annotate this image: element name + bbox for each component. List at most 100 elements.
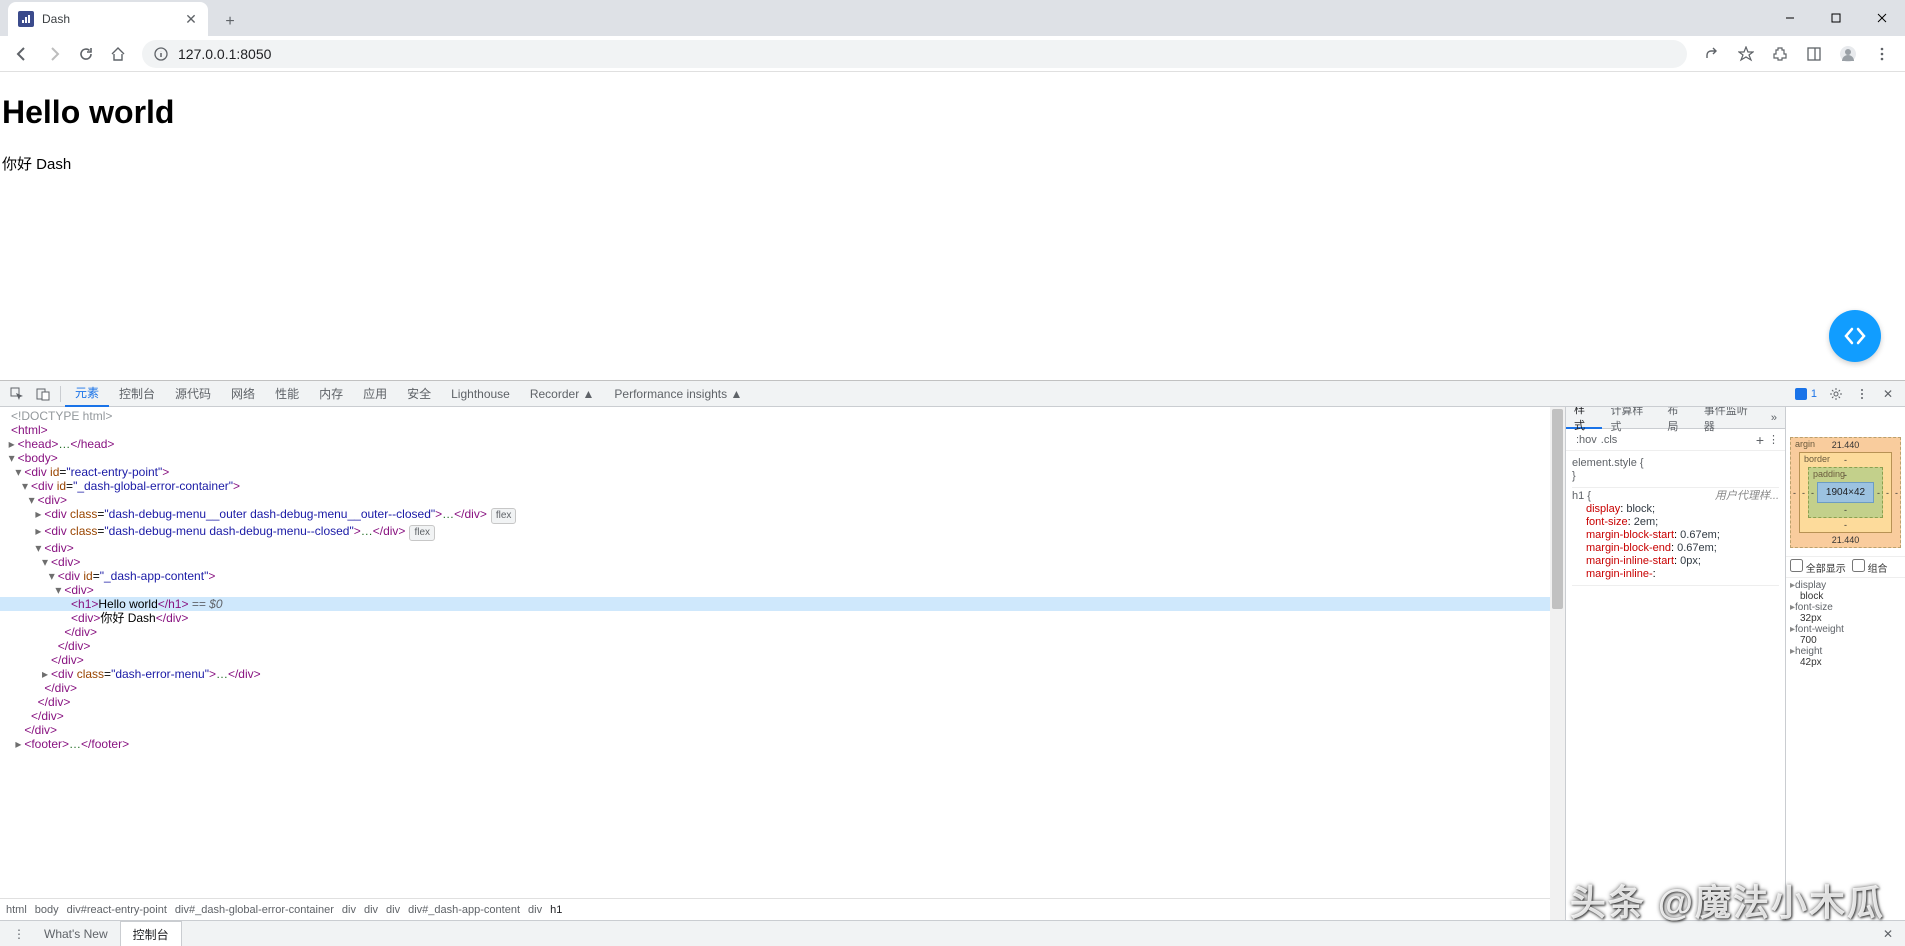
breadcrumb-item[interactable]: h1 bbox=[550, 904, 562, 916]
styles-subtab[interactable]: 事件监听器 bbox=[1696, 407, 1763, 429]
drawer-menu-icon[interactable]: ⋮ bbox=[6, 921, 32, 946]
site-info-icon[interactable] bbox=[154, 47, 168, 61]
drawer-tab-whatsnew[interactable]: What's New bbox=[32, 921, 120, 946]
devtools-tab[interactable]: 源代码 bbox=[165, 381, 221, 407]
css-declaration[interactable]: font-size: 2em; bbox=[1572, 516, 1779, 529]
reload-button[interactable] bbox=[72, 40, 100, 68]
breadcrumb-item[interactable]: div bbox=[386, 904, 400, 916]
devtools-tab[interactable]: 网络 bbox=[221, 381, 265, 407]
breadcrumb-item[interactable]: div#react-entry-point bbox=[67, 904, 167, 916]
styles-subtab[interactable]: 计算样式 bbox=[1602, 407, 1659, 429]
dom-node[interactable]: </div> bbox=[0, 653, 1550, 667]
new-rule-button[interactable]: + bbox=[1756, 432, 1764, 448]
devtools-tab[interactable]: 控制台 bbox=[109, 381, 165, 407]
dom-node[interactable]: ▸<footer>…</footer> bbox=[0, 737, 1550, 751]
devtools-tab[interactable]: 元素 bbox=[65, 381, 109, 407]
dom-node[interactable]: ▾<div> bbox=[0, 493, 1550, 507]
drawer-tab-console[interactable]: 控制台 bbox=[120, 921, 182, 946]
dom-node[interactable]: ▾<div> bbox=[0, 555, 1550, 569]
window-maximize-button[interactable] bbox=[1813, 0, 1859, 36]
dom-node[interactable]: ▾<div> bbox=[0, 541, 1550, 555]
dom-node[interactable]: <div>你好 Dash</div> bbox=[0, 611, 1550, 625]
sidepanel-icon[interactable] bbox=[1799, 40, 1829, 68]
computed-properties[interactable]: ▸ displayblock▸ font-size32px▸ font-weig… bbox=[1786, 578, 1905, 670]
dom-node[interactable]: </div> bbox=[0, 709, 1550, 723]
css-declaration[interactable]: margin-inline-: bbox=[1572, 568, 1779, 581]
breadcrumb-item[interactable]: div bbox=[342, 904, 356, 916]
breadcrumb-item[interactable]: div bbox=[364, 904, 378, 916]
dom-node[interactable]: ▾<div id="_dash-global-error-container"> bbox=[0, 479, 1550, 493]
new-tab-button[interactable]: + bbox=[216, 8, 244, 36]
browser-tab[interactable]: Dash ✕ bbox=[8, 2, 208, 36]
dom-node[interactable]: ▸<div class="dash-debug-menu__outer dash… bbox=[0, 507, 1550, 524]
inspect-button[interactable] bbox=[4, 381, 30, 407]
dom-node[interactable]: ▾<body> bbox=[0, 451, 1550, 465]
styles-filter-bar[interactable]: :hov .cls + ⋮ bbox=[1566, 429, 1785, 451]
devtools-tab[interactable]: 内存 bbox=[309, 381, 353, 407]
dom-node[interactable]: </div> bbox=[0, 625, 1550, 639]
device-toggle-button[interactable] bbox=[30, 381, 56, 407]
css-declaration[interactable]: margin-block-start: 0.67em; bbox=[1572, 529, 1779, 542]
share-icon[interactable] bbox=[1697, 40, 1727, 68]
hov-toggle[interactable]: :hov bbox=[1576, 434, 1597, 446]
computed-row[interactable]: ▸ height bbox=[1790, 646, 1901, 657]
computed-row[interactable]: ▸ display bbox=[1790, 580, 1901, 591]
dom-node[interactable]: <!DOCTYPE html> bbox=[0, 409, 1550, 423]
dom-node[interactable]: ▸<div class="dash-debug-menu dash-debug-… bbox=[0, 524, 1550, 541]
menu-icon[interactable] bbox=[1867, 40, 1897, 68]
dom-node[interactable]: <h1>Hello world</h1> == $0 bbox=[0, 597, 1550, 611]
dom-node[interactable]: ▾<div> bbox=[0, 583, 1550, 597]
drawer-close-icon[interactable]: ✕ bbox=[1877, 927, 1899, 941]
styles-subtab[interactable]: 布局 bbox=[1659, 407, 1695, 429]
profile-icon[interactable] bbox=[1833, 40, 1863, 68]
styles-tabs-overflow[interactable]: » bbox=[1763, 407, 1785, 429]
window-close-button[interactable] bbox=[1859, 0, 1905, 36]
devtools-close-icon[interactable]: ✕ bbox=[1875, 381, 1901, 407]
dom-node[interactable]: ▾<div id="_dash-app-content"> bbox=[0, 569, 1550, 583]
devtools-settings-icon[interactable] bbox=[1823, 381, 1849, 407]
dom-node[interactable]: </div> bbox=[0, 681, 1550, 695]
cls-toggle[interactable]: .cls bbox=[1601, 434, 1618, 446]
back-button[interactable] bbox=[8, 40, 36, 68]
extensions-icon[interactable] bbox=[1765, 40, 1795, 68]
home-button[interactable] bbox=[104, 40, 132, 68]
breadcrumb-item[interactable]: div#_dash-app-content bbox=[408, 904, 520, 916]
box-model-diagram[interactable]: argin 21.440 21.440 - - border - - - - bbox=[1786, 429, 1905, 556]
elements-scrollbar[interactable] bbox=[1550, 407, 1565, 920]
css-declaration[interactable]: margin-block-end: 0.67em; bbox=[1572, 542, 1779, 555]
show-all-checkbox[interactable]: 全部显示 bbox=[1790, 559, 1846, 575]
issues-badge[interactable]: 1 bbox=[1789, 388, 1823, 400]
address-bar[interactable]: 127.0.0.1:8050 bbox=[142, 40, 1687, 68]
css-declaration[interactable]: margin-inline-start: 0px; bbox=[1572, 555, 1779, 568]
devtools-tab[interactable]: 安全 bbox=[397, 381, 441, 407]
elements-tree[interactable]: <!DOCTYPE html> <html> ▸<head>…</head> ▾… bbox=[0, 407, 1550, 898]
dom-node[interactable]: <html> bbox=[0, 423, 1550, 437]
breadcrumb-item[interactable]: html bbox=[6, 904, 27, 916]
tab-close-icon[interactable]: ✕ bbox=[184, 12, 198, 26]
dom-node[interactable]: </div> bbox=[0, 695, 1550, 709]
dom-node[interactable]: ▸<div class="dash-error-menu">…</div> bbox=[0, 667, 1550, 681]
breadcrumb-item[interactable]: div bbox=[528, 904, 542, 916]
devtools-tab[interactable]: 应用 bbox=[353, 381, 397, 407]
styles-subtab[interactable]: 样式 bbox=[1566, 407, 1602, 429]
breadcrumb-item[interactable]: div#_dash-global-error-container bbox=[175, 904, 334, 916]
computed-row[interactable]: ▸ font-weight bbox=[1790, 624, 1901, 635]
dom-node[interactable]: ▾<div id="react-entry-point"> bbox=[0, 465, 1550, 479]
forward-button[interactable] bbox=[40, 40, 68, 68]
dash-debug-button[interactable] bbox=[1829, 310, 1881, 362]
bookmark-icon[interactable] bbox=[1731, 40, 1761, 68]
dom-node[interactable]: ▸<head>…</head> bbox=[0, 437, 1550, 451]
devtools-more-icon[interactable] bbox=[1849, 381, 1875, 407]
css-declaration[interactable]: display: block; bbox=[1572, 503, 1779, 516]
styles-rules[interactable]: element.style { } 用户代理样... h1 { display:… bbox=[1566, 451, 1785, 920]
window-minimize-button[interactable] bbox=[1767, 0, 1813, 36]
devtools-tab[interactable]: Lighthouse bbox=[441, 381, 520, 407]
dom-node[interactable]: </div> bbox=[0, 639, 1550, 653]
dom-node[interactable]: </div> bbox=[0, 723, 1550, 737]
breadcrumb-item[interactable]: body bbox=[35, 904, 59, 916]
group-checkbox[interactable]: 组合 bbox=[1852, 559, 1888, 575]
more-styles-icon[interactable]: ⋮ bbox=[1768, 433, 1779, 446]
computed-row[interactable]: ▸ font-size bbox=[1790, 602, 1901, 613]
devtools-tab[interactable]: Recorder ▲ bbox=[520, 381, 605, 407]
devtools-tab[interactable]: Performance insights ▲ bbox=[604, 381, 752, 407]
